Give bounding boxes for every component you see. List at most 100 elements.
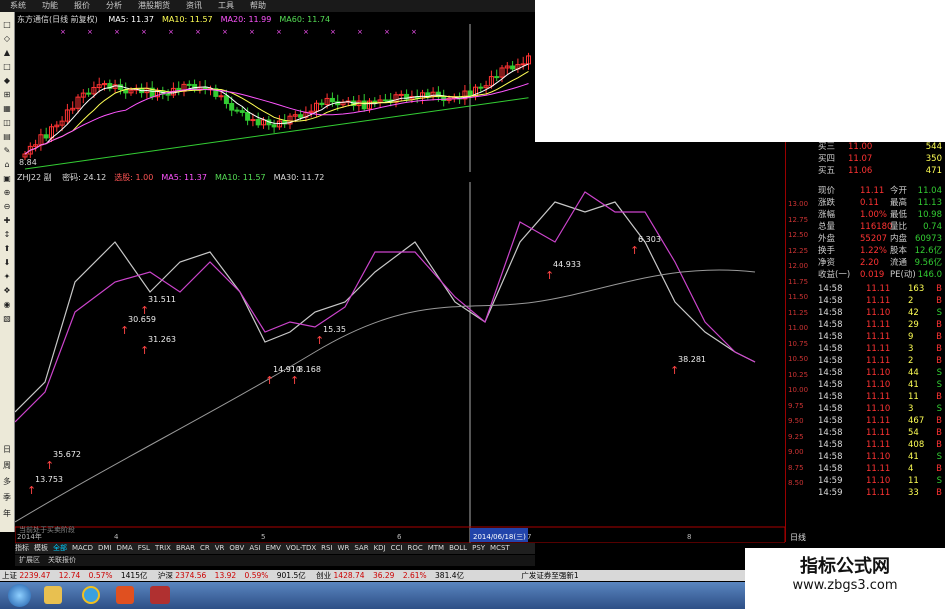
toolbar-tool-icon[interactable]: ✦ [2,272,12,282]
indicator-tab-4[interactable]: DMI [98,544,112,552]
toolbar-tool-icon[interactable]: ✎ [2,146,12,156]
indicator-value-label: 31.263 [148,335,176,344]
indicator-tab-15[interactable]: RSI [321,544,332,552]
toolbar-tool-icon[interactable]: ❖ [2,286,12,296]
indicator-tab-7[interactable]: TRIX [155,544,171,552]
stat-row: 换手 1.22% 股本 12.6亿 [786,246,945,257]
menu-item-2[interactable]: 报价 [74,1,90,10]
candle-body [441,96,447,101]
toolbar-tool-icon[interactable]: ▲ [2,48,12,58]
tick-volume: 2 [908,296,914,306]
indicator-tab-20[interactable]: ROC [407,544,422,552]
period-button-icon[interactable]: 季 [2,493,12,503]
start-button[interactable] [8,584,31,607]
tick-row: 14:58 11.11 11 B [786,392,945,403]
menu-item-3[interactable]: 分析 [106,1,122,10]
toolbar-tool-icon[interactable]: ▧ [2,314,12,324]
indicator-tab-5[interactable]: DMA [116,544,132,552]
tick-volume: 11 [908,392,919,402]
candlestick-chart[interactable]: 东方通信(日线 前复权) MA5: 11.37 MA10: 11.57 MA20: … [15,12,535,172]
sub-tab-0[interactable]: 扩展区 [19,556,40,564]
indicator-tab-14[interactable]: VOL-TDX [286,544,316,552]
tick-time: 14:58 [818,452,843,462]
indicator-tab-bar: 指标 模板 全部 MACD DMI DMA FSL TRIX BRAR CR VR OBV ASI EMV… [15,543,535,554]
toolbar-tool-icon[interactable]: ▦ [2,104,12,114]
indicator-tab-19[interactable]: CCI [391,544,403,552]
menu-item-5[interactable]: 资讯 [186,1,202,10]
toolbar-tool-icon[interactable]: ⬇ [2,258,12,268]
indicator-tab-8[interactable]: BRAR [176,544,195,552]
indicator-tab-12[interactable]: ASI [249,544,260,552]
indicator-tab-24[interactable]: MCST [490,544,510,552]
toolbar-tool-icon[interactable]: ↕ [2,230,12,240]
toolbar-tool-icon[interactable]: ✚ [2,216,12,226]
tick-price: 11.11 [866,464,891,474]
app-icon[interactable] [150,586,170,604]
indicator-value-label: 6.303 [638,235,661,244]
indicator-tab-3[interactable]: MACD [72,544,93,552]
toolbar-tool-icon[interactable]: ◆ [2,76,12,86]
indicator-tab-10[interactable]: VR [215,544,225,552]
candlestick-plot[interactable]: × × × × × × × × × × × × × × [15,24,535,172]
indicator-tab-0[interactable]: 指标 [15,544,29,552]
period-button-icon[interactable]: 多 [2,477,12,487]
sh-index-value: 2239.47 [19,571,51,580]
indicator-tab-23[interactable]: PSY [472,544,485,552]
indicator-tab-9[interactable]: CR [200,544,210,552]
indicator-tab-1[interactable]: 模板 [34,544,48,552]
buy-arrow-icon: ↑ [27,484,36,497]
tick-time: 14:58 [818,464,843,474]
indicator-tab-13[interactable]: EMV [266,544,281,552]
menu-item-0[interactable]: 系统 [10,1,26,10]
folder-icon[interactable] [44,586,62,604]
indicator-tab-21[interactable]: MTM [428,544,444,552]
ask-price: 11.00 [848,142,873,152]
indicator-plot[interactable]: ↑13.753↑35.672↑30.659↑31.511↑31.263↑14.9… [15,182,785,543]
stat-value: 146.0 [917,270,942,280]
toolbar-tool-icon[interactable]: ▣ [2,174,12,184]
date-tick-label: 8 [687,533,691,541]
browser-icon[interactable] [82,586,100,604]
indicator-tab-18[interactable]: KDJ [374,544,386,552]
indicator-tab-2[interactable]: 全部 [53,544,67,552]
tick-price: 11.11 [866,416,891,426]
period-button-icon[interactable]: 日 [2,445,12,455]
menu-item-6[interactable]: 工具 [218,1,234,10]
tick-price: 11.10 [866,308,891,318]
indicator-chart[interactable]: ZHJ22 副 密码: 24.12 选股: 1.00 MA5: 11.37 MA10:… [15,168,785,543]
indicator-tab-11[interactable]: OBV [229,544,244,552]
tick-side: B [936,332,942,342]
menu-item-1[interactable]: 功能 [42,1,58,10]
period-button-icon[interactable]: 周 [2,461,12,471]
candle-body [382,99,388,102]
toolbar-tool-icon[interactable]: ⌂ [2,160,12,170]
toolbar-tool-icon[interactable]: ◫ [2,118,12,128]
media-icon[interactable] [116,586,134,604]
toolbar-tool-icon[interactable]: □ [2,62,12,72]
toolbar-tool-icon[interactable]: ◇ [2,34,12,44]
sub-tab-1[interactable]: 关联报价 [48,556,76,564]
toolbar-tool-icon[interactable]: ⊖ [2,202,12,212]
toolbar-tool-icon[interactable]: □ [2,20,12,30]
period-button-icon[interactable]: 年 [2,509,12,519]
indicator-tab-6[interactable]: FSL [138,544,150,552]
ask-volume: 544 [925,142,942,152]
tick-side: B [936,428,942,438]
indicator-tab-22[interactable]: BOLL [449,544,467,552]
signal-mark: × [222,28,228,36]
toolbar-tool-icon[interactable]: ⬆ [2,244,12,254]
cy-index-change: 36.29 [372,571,395,580]
tick-side: B [936,284,942,294]
indicator-tab-16[interactable]: WR [338,544,350,552]
toolbar-tool-icon[interactable]: ⊞ [2,90,12,100]
indicator-tab-17[interactable]: SAR [354,544,368,552]
buy-arrow-icon: ↑ [545,269,554,282]
ask-label: 买四 [818,154,836,164]
candle-body [478,86,484,89]
menu-item-7[interactable]: 帮助 [250,1,266,10]
toolbar-tool-icon[interactable]: ▤ [2,132,12,142]
menu-item-4[interactable]: 港股期货 [138,1,170,10]
toolbar-tool-icon[interactable]: ⊕ [2,188,12,198]
stat-label: 换手 [818,246,836,256]
toolbar-tool-icon[interactable]: ◉ [2,300,12,310]
